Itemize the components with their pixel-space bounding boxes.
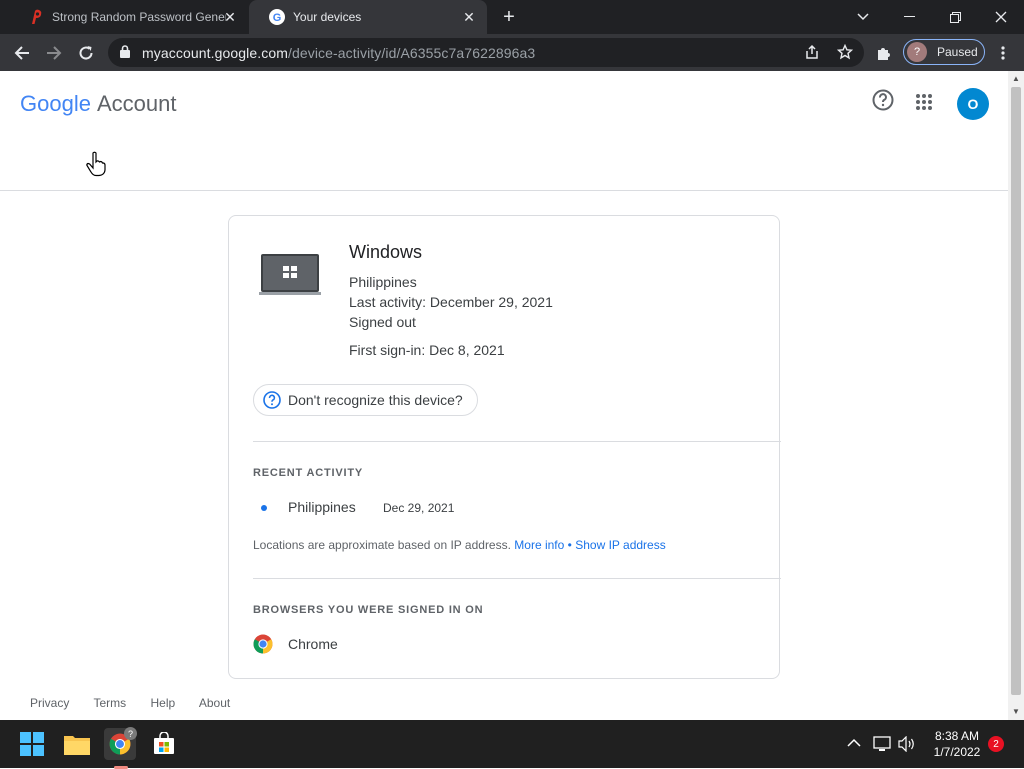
help-icon[interactable] — [872, 89, 894, 116]
page-viewport: Google Account O Windows Philippines Las… — [0, 71, 1008, 720]
network-icon[interactable] — [873, 736, 891, 755]
taskbar-clock[interactable]: 8:38 AM 1/7/2022 — [922, 728, 992, 760]
show-ip-address-link[interactable]: Show IP address — [575, 538, 666, 552]
dont-recognize-device-button[interactable]: Don't recognize this device? — [253, 384, 478, 416]
back-arrow-icon[interactable] — [9, 40, 35, 66]
footer-privacy-link[interactable]: Privacy — [30, 696, 69, 710]
volume-speaker-icon[interactable] — [898, 735, 916, 755]
apps-grid-icon[interactable] — [915, 93, 933, 116]
footer-help-link[interactable]: Help — [150, 696, 175, 710]
activity-date: Dec 29, 2021 — [383, 501, 455, 515]
device-status: Signed out — [349, 314, 416, 330]
windows-start-icon[interactable] — [16, 728, 48, 760]
device-card: Windows Philippines Last activity: Decem… — [228, 215, 781, 679]
browser-tab-bar: Strong Random Password Generator ✕ G You… — [0, 0, 1024, 34]
tab-password-generator[interactable]: Strong Random Password Generator ✕ — [8, 0, 248, 34]
windows-taskbar: ? 8:38 AM 1/7/2022 2 — [0, 720, 1024, 769]
location-note-text: Locations are approximate based on IP ad… — [253, 538, 511, 552]
chrome-profile-badge: ? — [124, 727, 137, 740]
vertical-scrollbar[interactable]: ▲ ▼ — [1008, 71, 1024, 720]
chrome-menu-icon[interactable] — [990, 40, 1016, 66]
device-last-activity: Last activity: December 29, 2021 — [349, 294, 553, 310]
question-circle-icon — [263, 391, 281, 412]
chrome-taskbar-icon[interactable]: ? — [104, 727, 137, 769]
profile-paused-button[interactable]: ? Paused — [903, 39, 985, 65]
password-site-favicon-icon — [28, 9, 44, 25]
location-note: Locations are approximate based on IP ad… — [253, 538, 666, 552]
scroll-down-arrow-icon[interactable]: ▼ — [1012, 708, 1020, 716]
bullet-separator: • — [567, 538, 572, 552]
close-tab-icon[interactable]: ✕ — [222, 9, 238, 25]
google-wordmark: Google — [20, 91, 91, 116]
recent-activity-title: RECENT ACTIVITY — [253, 467, 363, 479]
windows-laptop-icon — [259, 252, 321, 303]
footer-links: Privacy Terms Help About — [30, 696, 251, 710]
show-hidden-icons-chevron-icon[interactable] — [847, 736, 861, 751]
tab-title: Your devices — [293, 10, 362, 24]
footer-terms-link[interactable]: Terms — [93, 696, 126, 710]
close-window-button[interactable] — [978, 0, 1024, 34]
sub-header-bar — [0, 135, 1008, 191]
microsoft-store-icon[interactable] — [148, 728, 180, 760]
device-location: Philippines — [349, 274, 417, 290]
divider — [253, 441, 781, 442]
chrome-browser-icon — [253, 634, 273, 659]
footer-about-link[interactable]: About — [199, 696, 230, 710]
address-bar[interactable]: myaccount.google.com/device-activity/id/… — [108, 38, 864, 67]
activity-dot — [261, 505, 267, 511]
dont-recognize-label: Don't recognize this device? — [288, 392, 463, 408]
lock-icon[interactable] — [120, 45, 130, 63]
account-wordmark: Account — [96, 91, 177, 116]
reload-icon[interactable] — [73, 40, 99, 66]
account-avatar[interactable]: O — [957, 88, 989, 120]
file-explorer-icon[interactable] — [61, 728, 93, 760]
google-favicon-icon: G — [269, 9, 285, 25]
clock-date: 1/7/2022 — [933, 745, 981, 759]
device-first-signin: First sign-in: Dec 8, 2021 — [349, 342, 505, 358]
url-text: myaccount.google.com/device-activity/id/… — [142, 45, 535, 61]
activity-location: Philippines — [288, 499, 356, 515]
browser-name: Chrome — [288, 636, 338, 652]
profile-avatar: ? — [907, 42, 927, 62]
browser-toolbar: myaccount.google.com/device-activity/id/… — [0, 34, 1024, 71]
minimize-button[interactable] — [886, 0, 932, 34]
url-host: myaccount.google.com — [142, 45, 288, 61]
tab-search-chevron-icon[interactable] — [840, 0, 886, 34]
google-account-header: Google Account O — [0, 71, 1008, 135]
close-tab-icon[interactable]: ✕ — [461, 9, 477, 25]
google-account-logo[interactable]: Google Account — [20, 91, 176, 117]
scroll-up-arrow-icon[interactable]: ▲ — [1012, 75, 1020, 83]
url-path: /device-activity/id/A6355c7a7622896a3 — [287, 45, 536, 61]
restore-button[interactable] — [932, 0, 978, 34]
hand-cursor-icon — [85, 151, 107, 182]
extensions-puzzle-icon[interactable] — [871, 40, 897, 66]
forward-arrow-icon[interactable] — [41, 40, 67, 66]
device-name: Windows — [349, 242, 423, 262]
svg-text:G: G — [273, 12, 282, 24]
more-info-link[interactable]: More info — [514, 538, 564, 552]
browsers-title: BROWSERS YOU WERE SIGNED IN ON — [253, 604, 484, 616]
notification-count-badge[interactable]: 2 — [988, 736, 1004, 752]
profile-status-label: Paused — [937, 45, 978, 59]
new-tab-button[interactable]: + — [499, 7, 519, 27]
scrollbar-thumb[interactable] — [1011, 87, 1021, 695]
divider — [253, 578, 781, 579]
bookmark-star-icon[interactable] — [836, 43, 854, 65]
share-icon[interactable] — [804, 44, 820, 65]
tab-your-devices[interactable]: G Your devices ✕ — [249, 0, 487, 34]
clock-time: 8:38 AM — [934, 729, 980, 743]
tab-title: Strong Random Password Generator — [52, 10, 226, 24]
